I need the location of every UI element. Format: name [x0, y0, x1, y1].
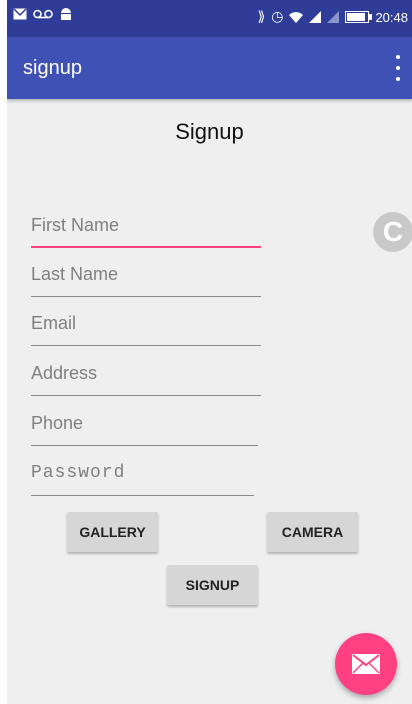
signal-icon — [309, 11, 322, 23]
status-left — [13, 7, 73, 21]
last-name-field[interactable] — [31, 257, 261, 297]
field-underline — [31, 395, 261, 396]
side-app-icon[interactable]: C — [373, 212, 412, 252]
status-time: 20:48 — [375, 9, 408, 25]
wifi-icon — [289, 12, 304, 23]
screen: ⟫ ◷ 20:48 signup Signup First Name Last … — [7, 0, 412, 704]
vibrate-icon: ⟫ — [257, 9, 266, 25]
app-toolbar: signup — [7, 37, 412, 99]
mail-icon — [352, 654, 380, 674]
field-underline — [31, 445, 258, 446]
signup-button[interactable]: SIGNUP — [167, 565, 258, 605]
alarm-icon: ◷ — [271, 9, 284, 25]
status-right: ⟫ ◷ 20:48 — [257, 8, 408, 26]
side-icon-letter: C — [382, 216, 404, 247]
first-name-input[interactable] — [31, 208, 261, 242]
field-underline — [31, 345, 261, 346]
address-input[interactable] — [31, 356, 261, 390]
battery-icon — [345, 11, 373, 23]
gallery-button[interactable]: GALLERY — [67, 512, 158, 552]
field-underline — [31, 296, 261, 297]
first-name-field[interactable] — [31, 208, 261, 248]
email-field[interactable] — [31, 306, 261, 346]
address-field[interactable] — [31, 356, 261, 396]
last-name-input[interactable] — [31, 257, 261, 291]
status-bar: ⟫ ◷ 20:48 — [7, 0, 412, 37]
password-input[interactable] — [31, 456, 254, 490]
phone-field[interactable] — [31, 406, 258, 446]
page-title: Signup — [175, 119, 244, 144]
voicemail-icon — [33, 9, 53, 19]
android-icon — [61, 8, 71, 20]
email-input[interactable] — [31, 306, 261, 340]
camera-button[interactable]: CAMERA — [267, 512, 358, 552]
field-underline — [31, 246, 261, 248]
signal-icon — [327, 11, 340, 23]
toolbar-title: signup — [23, 57, 82, 79]
more-vert-icon[interactable] — [392, 55, 404, 81]
mail-fab-button[interactable] — [335, 633, 397, 695]
mail-icon — [13, 8, 27, 20]
field-underline — [31, 495, 254, 496]
password-field[interactable] — [31, 456, 254, 496]
phone-input[interactable] — [31, 406, 258, 440]
